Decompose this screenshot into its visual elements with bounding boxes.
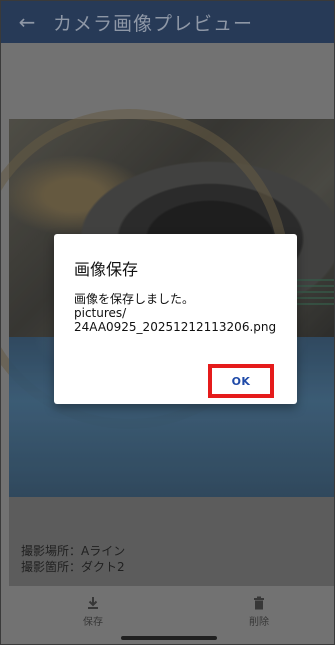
dialog-path-folder: pictures/ xyxy=(74,306,127,320)
dialog-message: 画像を保存しました。 pictures/ 24AA0925_2025121211… xyxy=(74,292,289,334)
back-button[interactable]: ← xyxy=(1,1,53,43)
arrow-left-icon: ← xyxy=(18,10,36,34)
phone-screen: ← カメラ画像プレビュー 撮影場所：Aライン 撮影箇所：ダクト2 保存 削除 画… xyxy=(0,0,335,645)
dialog-title: 画像保存 xyxy=(74,260,139,279)
ok-highlight-box: OK xyxy=(208,364,274,398)
save-complete-dialog: 画像保存 画像を保存しました。 pictures/ 24AA0925_20251… xyxy=(54,234,297,404)
ok-button[interactable]: OK xyxy=(232,375,251,388)
page-title: カメラ画像プレビュー xyxy=(53,12,254,35)
dialog-path-file: 24AA0925_20251212113206.png xyxy=(74,320,277,334)
app-bar: ← カメラ画像プレビュー xyxy=(1,1,334,43)
dialog-message-text: 画像を保存しました。 xyxy=(74,292,195,306)
